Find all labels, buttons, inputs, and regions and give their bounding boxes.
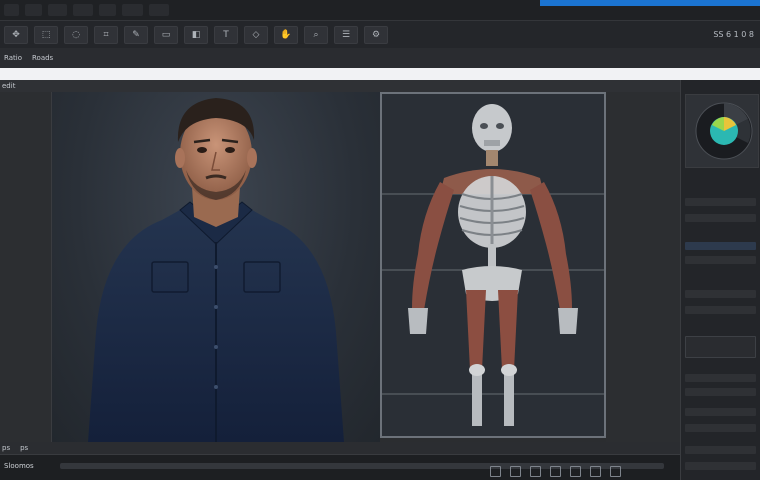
tool-shape-icon[interactable]: ◇: [244, 25, 268, 44]
tool-hand-icon[interactable]: ✋: [274, 25, 298, 44]
right-properties-panel: [680, 80, 760, 480]
fullscreen-icon[interactable]: [610, 466, 621, 477]
status-bar: ps ps: [0, 442, 680, 454]
workspace-background: [606, 92, 680, 442]
tool-lasso-icon[interactable]: ◌: [64, 25, 88, 44]
option-ratio[interactable]: Ratio: [4, 54, 22, 62]
title-accent-strip: [540, 0, 760, 6]
tool-marquee-icon[interactable]: ⬚: [34, 25, 58, 44]
status-item: ps: [2, 444, 11, 452]
portrait-illustration: [88, 98, 344, 442]
panel-field[interactable]: [685, 336, 756, 358]
panel-row[interactable]: [685, 462, 756, 470]
panel-row[interactable]: [685, 214, 756, 222]
document-tab[interactable]: edit: [2, 82, 15, 90]
option-roads[interactable]: Roads: [32, 54, 53, 62]
menu-item[interactable]: [4, 4, 19, 16]
timeline-bar: Sloomos: [0, 454, 680, 480]
color-wheel[interactable]: [685, 94, 759, 168]
panel-row[interactable]: [685, 256, 756, 264]
left-tool-panel: [0, 92, 52, 442]
menu-item[interactable]: [149, 4, 169, 16]
panel-row[interactable]: [685, 306, 756, 314]
stop-icon[interactable]: [530, 466, 541, 477]
menu-item[interactable]: [24, 4, 43, 16]
canvas-anatomy[interactable]: [380, 92, 606, 438]
ruler-strip: [0, 68, 760, 80]
tool-settings-icon[interactable]: ⚙: [364, 25, 388, 44]
status-item: ps: [20, 444, 29, 452]
timeline-label: Sloomos: [4, 462, 34, 470]
tool-fill-icon[interactable]: ◧: [184, 25, 208, 44]
tool-move-icon[interactable]: ✥: [4, 25, 28, 44]
menu-item[interactable]: [73, 4, 93, 16]
main-toolbar: ✥ ⬚ ◌ ⌗ ✎ ▭ ◧ T ◇ ✋ ⌕ ☰ ⚙ SS 6 1 0 8: [0, 20, 760, 48]
panel-row[interactable]: [685, 374, 756, 382]
options-bar: Ratio Roads: [0, 48, 760, 68]
color-wheel-graphic: [695, 102, 753, 160]
anatomy-illustration: [382, 104, 604, 426]
pause-icon[interactable]: [510, 466, 521, 477]
panel-row[interactable]: [685, 424, 756, 432]
panel-row[interactable]: [685, 198, 756, 206]
tool-text-icon[interactable]: T: [214, 25, 238, 44]
panel-row[interactable]: [685, 290, 756, 298]
play-icon[interactable]: [490, 466, 501, 477]
tool-eraser-icon[interactable]: ▭: [154, 25, 178, 44]
tool-brush-icon[interactable]: ✎: [124, 25, 148, 44]
menu-item[interactable]: [48, 4, 68, 16]
canvas-portrait[interactable]: [52, 92, 380, 442]
tool-crop-icon[interactable]: ⌗: [94, 25, 118, 44]
panel-row-highlight[interactable]: [685, 242, 756, 250]
menu-item[interactable]: [98, 4, 116, 16]
panel-row[interactable]: [685, 446, 756, 454]
record-icon[interactable]: [550, 466, 561, 477]
loop-icon[interactable]: [570, 466, 581, 477]
menu-item[interactable]: [121, 4, 144, 16]
settings-icon[interactable]: [590, 466, 601, 477]
menu-bar: [0, 0, 760, 20]
panel-row[interactable]: [685, 388, 756, 396]
document-tab-bar: edit: [0, 80, 680, 92]
panel-row[interactable]: [685, 408, 756, 416]
timeline-controls: [490, 466, 621, 477]
tool-layers-icon[interactable]: ☰: [334, 25, 358, 44]
tool-zoom-icon[interactable]: ⌕: [304, 25, 328, 44]
toolbar-readout: SS 6 1 0 8: [713, 30, 754, 39]
